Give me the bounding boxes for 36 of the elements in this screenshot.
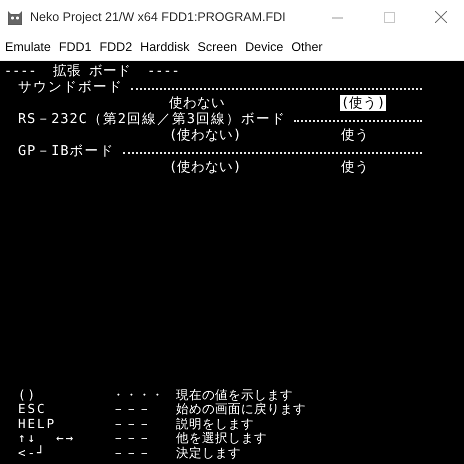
- menu-item[interactable]: Emulate: [5, 40, 51, 54]
- menu-item[interactable]: Other: [291, 40, 323, 54]
- separator-text: －－－: [112, 402, 152, 416]
- separator-text: －－－: [112, 416, 152, 431]
- menu-item[interactable]: Screen: [198, 40, 238, 54]
- key-label: <-┘: [18, 446, 48, 460]
- option-item[interactable]: (使う): [340, 95, 386, 111]
- separator-text: －－－: [112, 431, 152, 446]
- menu-item[interactable]: FDD2: [100, 40, 132, 54]
- option-item[interactable]: 使う: [340, 159, 370, 175]
- key-label: ESC: [18, 402, 48, 416]
- board-label: サウンドボード: [18, 79, 123, 95]
- key-description: 現在の値を示します: [176, 388, 294, 402]
- key-description: 決定します: [176, 446, 242, 460]
- key-label: HELP: [18, 416, 58, 431]
- separator-text: ・・・・: [112, 388, 165, 402]
- key-label: (): [18, 388, 38, 402]
- close-icon[interactable]: [435, 11, 447, 23]
- window-title: Neko Project 21/W x64 FDD1:PROGRAM.FDI: [30, 10, 287, 24]
- menu-item[interactable]: Harddisk: [140, 40, 190, 54]
- key-description: 説明をします: [176, 416, 255, 431]
- board-label: RS－232C（第2回線／第3回線）ボード: [18, 111, 286, 127]
- maximize-icon[interactable]: [384, 12, 394, 22]
- option-item[interactable]: 使わない: [168, 95, 340, 111]
- board-label: GP－IBボード: [18, 143, 115, 159]
- option-item[interactable]: (使わない): [168, 127, 340, 143]
- menu-item[interactable]: Device: [245, 40, 284, 54]
- option-item[interactable]: 使う: [340, 127, 370, 143]
- option-item[interactable]: (使わない): [168, 159, 340, 175]
- key-description: 始めの画面に戻ります: [176, 402, 307, 416]
- separator-text: －－－: [112, 446, 152, 460]
- key-label: ↑↓ ←→: [18, 431, 76, 445]
- cat-icon: [6, 8, 24, 26]
- key-description: 他を選択します: [176, 431, 268, 446]
- menu-item[interactable]: FDD1: [58, 40, 92, 54]
- section-heading: ---- 拡張 ボード ----: [3, 63, 181, 79]
